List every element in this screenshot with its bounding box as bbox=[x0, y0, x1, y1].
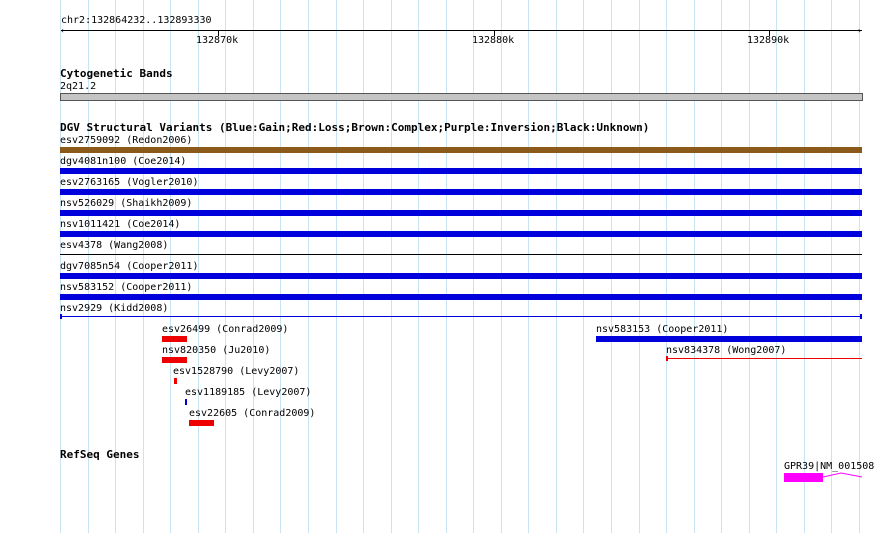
cytogenetic-band-label: 2q21.2 bbox=[60, 81, 97, 92]
variant-label: nsv834378 (Wong2007) bbox=[666, 345, 787, 356]
variant-feature-loss[interactable] bbox=[162, 357, 187, 363]
variant-feature-gain[interactable] bbox=[60, 168, 862, 174]
grid-line bbox=[418, 0, 419, 533]
grid-line bbox=[391, 0, 392, 533]
variant-label: nsv1011421 (Coe2014) bbox=[60, 219, 181, 230]
variant-label: esv2763165 (Vogler2010) bbox=[60, 177, 199, 188]
grid-line bbox=[473, 0, 474, 533]
variant-label: nsv583152 (Cooper2011) bbox=[60, 282, 193, 293]
grid-line bbox=[280, 0, 281, 533]
grid-line bbox=[528, 0, 529, 533]
grid-line bbox=[859, 0, 860, 533]
variant-end-cap bbox=[60, 314, 62, 319]
grid-line bbox=[639, 0, 640, 533]
grid-line bbox=[721, 0, 722, 533]
grid-line bbox=[666, 0, 667, 533]
variant-feature-gain[interactable] bbox=[60, 273, 862, 279]
variant-label: dgv4081n100 (Coe2014) bbox=[60, 156, 187, 167]
variant-feature-gain[interactable] bbox=[60, 294, 862, 300]
grid-line bbox=[804, 0, 805, 533]
variant-feature-unknown[interactable] bbox=[60, 254, 862, 255]
variant-label: dgv7085n54 (Cooper2011) bbox=[60, 261, 199, 272]
variant-label: esv1528790 (Levy2007) bbox=[173, 366, 300, 377]
variant-feature-gain[interactable] bbox=[60, 210, 862, 216]
variant-feature-gain[interactable] bbox=[596, 336, 862, 342]
grid-line bbox=[694, 0, 695, 533]
grid-line bbox=[611, 0, 612, 533]
variant-feature-loss[interactable] bbox=[162, 336, 187, 342]
variant-label: nsv2929 (Kidd2008) bbox=[60, 303, 169, 314]
variant-feature-loss-thin[interactable] bbox=[666, 358, 862, 359]
variant-label: esv1189185 (Levy2007) bbox=[185, 387, 312, 398]
grid-line bbox=[308, 0, 309, 533]
ruler-left-arrow-icon: ‹ bbox=[60, 26, 65, 35]
variant-label: esv2759092 (Redon2006) bbox=[60, 135, 193, 146]
grid-line bbox=[831, 0, 832, 533]
variant-label: nsv583153 (Cooper2011) bbox=[596, 324, 729, 335]
ruler-axis-line bbox=[61, 30, 862, 31]
variant-feature-loss[interactable] bbox=[174, 378, 177, 384]
grid-line bbox=[501, 0, 502, 533]
grid-line bbox=[776, 0, 777, 533]
grid-line bbox=[749, 0, 750, 533]
ruler-tick-label: 132880k bbox=[472, 35, 515, 46]
refseq-track-title: RefSeq Genes bbox=[60, 448, 140, 461]
grid-line bbox=[363, 0, 364, 533]
grid-line bbox=[253, 0, 254, 533]
cytogenetic-track-title: Cytogenetic Bands bbox=[60, 67, 173, 80]
gene-intron-line[interactable] bbox=[823, 472, 863, 482]
genome-browser-track-image[interactable]: chr2:132864232..132893330 ‹ › 132870k 13… bbox=[0, 0, 890, 533]
variant-end-cap bbox=[860, 314, 862, 319]
variant-label: nsv526029 (Shaikh2009) bbox=[60, 198, 193, 209]
grid-line bbox=[336, 0, 337, 533]
variant-feature-loss[interactable] bbox=[189, 420, 214, 426]
variant-feature-gain[interactable] bbox=[185, 399, 187, 405]
grid-line bbox=[583, 0, 584, 533]
variant-label: nsv820350 (Ju2010) bbox=[162, 345, 271, 356]
cytogenetic-band-bar[interactable] bbox=[60, 93, 863, 101]
variant-feature-gain[interactable] bbox=[60, 189, 862, 195]
dgv-track-title: DGV Structural Variants (Blue:Gain;Red:L… bbox=[60, 121, 650, 134]
grid-line bbox=[225, 0, 226, 533]
ruler-location-label: chr2:132864232..132893330 bbox=[61, 15, 212, 26]
variant-label: esv4378 (Wang2008) bbox=[60, 240, 169, 251]
gene-exon-block[interactable] bbox=[784, 473, 823, 482]
variant-feature-complex[interactable] bbox=[60, 147, 862, 153]
ruler-tick-label: 132890k bbox=[747, 35, 790, 46]
grid-line bbox=[446, 0, 447, 533]
variant-feature-gain[interactable] bbox=[60, 231, 862, 237]
variant-feature-gain-thin[interactable] bbox=[60, 316, 862, 317]
ruler-right-arrow-icon: › bbox=[857, 26, 862, 35]
variant-label: esv22605 (Conrad2009) bbox=[189, 408, 316, 419]
grid-line bbox=[556, 0, 557, 533]
variant-label: esv26499 (Conrad2009) bbox=[162, 324, 289, 335]
gene-label: GPR39|NM_001508 bbox=[784, 461, 875, 472]
ruler-tick-label: 132870k bbox=[196, 35, 239, 46]
variant-end-cap bbox=[666, 356, 668, 361]
